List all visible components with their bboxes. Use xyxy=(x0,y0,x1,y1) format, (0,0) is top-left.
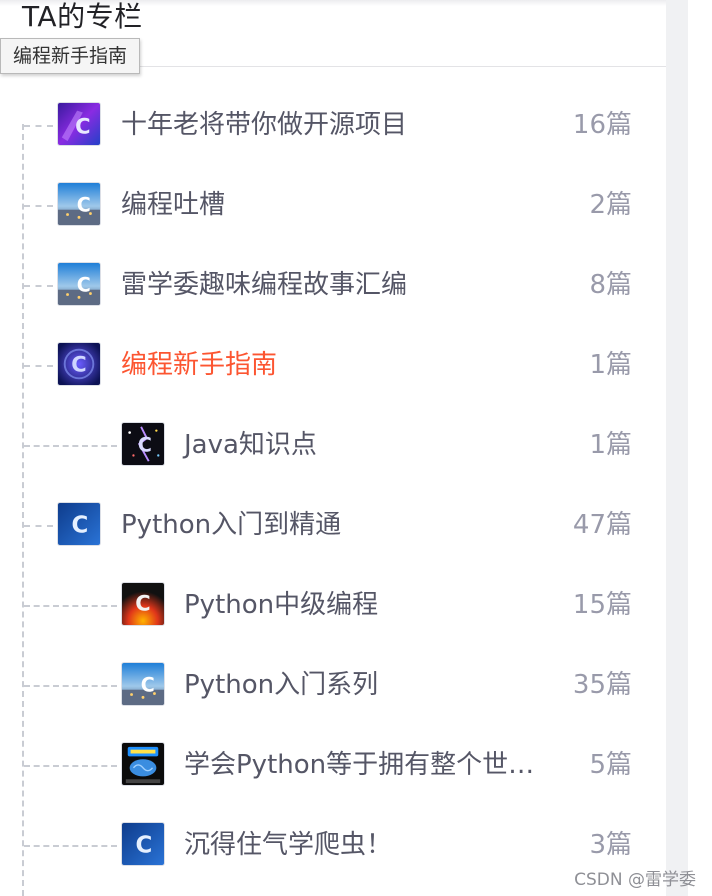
article-count: 8篇 xyxy=(589,270,632,300)
column-name[interactable]: Python入门系列 xyxy=(184,666,378,704)
column-name[interactable]: 学会Python等于拥有整个世… xyxy=(184,746,534,784)
lightning-c-logo-icon: C xyxy=(121,422,165,466)
column-name[interactable]: 编程吐槽 xyxy=(121,186,225,224)
column-name[interactable]: 编程新手指南 xyxy=(121,346,277,384)
brain-logo-icon xyxy=(121,742,165,786)
city-c-logo-icon: C xyxy=(57,182,101,226)
svg-text:C: C xyxy=(77,274,91,297)
column-item[interactable]: C 编程吐槽 2篇 xyxy=(0,164,666,244)
column-item[interactable]: C 沉得住气学爬虫！ 3篇 xyxy=(0,804,666,884)
article-count: 3篇 xyxy=(589,830,632,860)
svg-text:C: C xyxy=(75,115,90,139)
tree-branch-line xyxy=(24,365,53,367)
tree-branch-line xyxy=(24,445,117,447)
article-count: 15篇 xyxy=(572,590,632,620)
galaxy-c-logo-icon: C xyxy=(57,342,101,386)
column-item[interactable]: C Java知识点 1篇 xyxy=(0,404,666,484)
column-item[interactable]: C 十年老将带你做开源项目 16篇 xyxy=(0,84,666,164)
article-count: 1篇 xyxy=(589,350,632,380)
city-c-logo-icon: C xyxy=(121,662,165,706)
tree-branch-line xyxy=(24,525,53,527)
svg-text:C: C xyxy=(135,592,150,616)
svg-text:C: C xyxy=(136,833,153,859)
column-item[interactable]: C Python入门到精通 47篇 xyxy=(0,484,666,564)
svg-text:C: C xyxy=(141,674,155,697)
column-name[interactable]: Python中级编程 xyxy=(184,586,378,624)
tree-branch-line xyxy=(24,125,53,127)
tree-branch-line xyxy=(24,685,117,687)
column-name[interactable]: 沉得住气学爬虫！ xyxy=(184,826,392,864)
column-item[interactable]: C 编程新手指南 1篇 xyxy=(0,324,666,404)
scrollbar[interactable] xyxy=(666,0,688,896)
fire-c-logo-icon: C xyxy=(121,582,165,626)
svg-text:C: C xyxy=(72,513,89,539)
column-name[interactable]: Python入门到精通 xyxy=(121,506,341,544)
blue-c-logo-icon: C xyxy=(57,502,101,546)
blue-c-logo-icon: C xyxy=(121,822,165,866)
tree-branch-line xyxy=(24,205,53,207)
article-count: 16篇 xyxy=(572,110,632,140)
city-c-logo-icon: C xyxy=(57,262,101,306)
article-count: 47篇 xyxy=(572,510,632,540)
tree-branch-line xyxy=(24,845,117,847)
svg-text:C: C xyxy=(77,194,91,217)
hover-tooltip: 编程新手指南 xyxy=(0,38,141,74)
article-count: 1篇 xyxy=(589,430,632,460)
tree-branch-line xyxy=(24,605,117,607)
column-item[interactable]: C Python中级编程 15篇 xyxy=(0,564,666,644)
column-name[interactable]: 雷学委趣味编程故事汇编 xyxy=(121,266,407,304)
svg-text:C: C xyxy=(71,353,86,377)
column-item[interactable]: C 雷学委趣味编程故事汇编 8篇 xyxy=(0,244,666,324)
article-count: 2篇 xyxy=(589,190,632,220)
column-item[interactable]: 学会Python等于拥有整个世… 5篇 xyxy=(0,724,666,804)
column-section-title: TA的专栏 xyxy=(22,0,143,33)
article-count: 5篇 xyxy=(589,750,632,780)
column-item[interactable]: C Python入门系列 35篇 xyxy=(0,644,666,724)
tree-branch-line xyxy=(24,285,53,287)
column-name[interactable]: Java知识点 xyxy=(184,426,317,464)
purple-c-logo-icon: C xyxy=(57,102,101,146)
article-count: 35篇 xyxy=(572,670,632,700)
watermark: CSDN @雷学委 xyxy=(574,870,696,890)
tree-branch-line xyxy=(24,765,117,767)
svg-text:C: C xyxy=(138,434,152,457)
column-name[interactable]: 十年老将带你做开源项目 xyxy=(121,106,407,144)
